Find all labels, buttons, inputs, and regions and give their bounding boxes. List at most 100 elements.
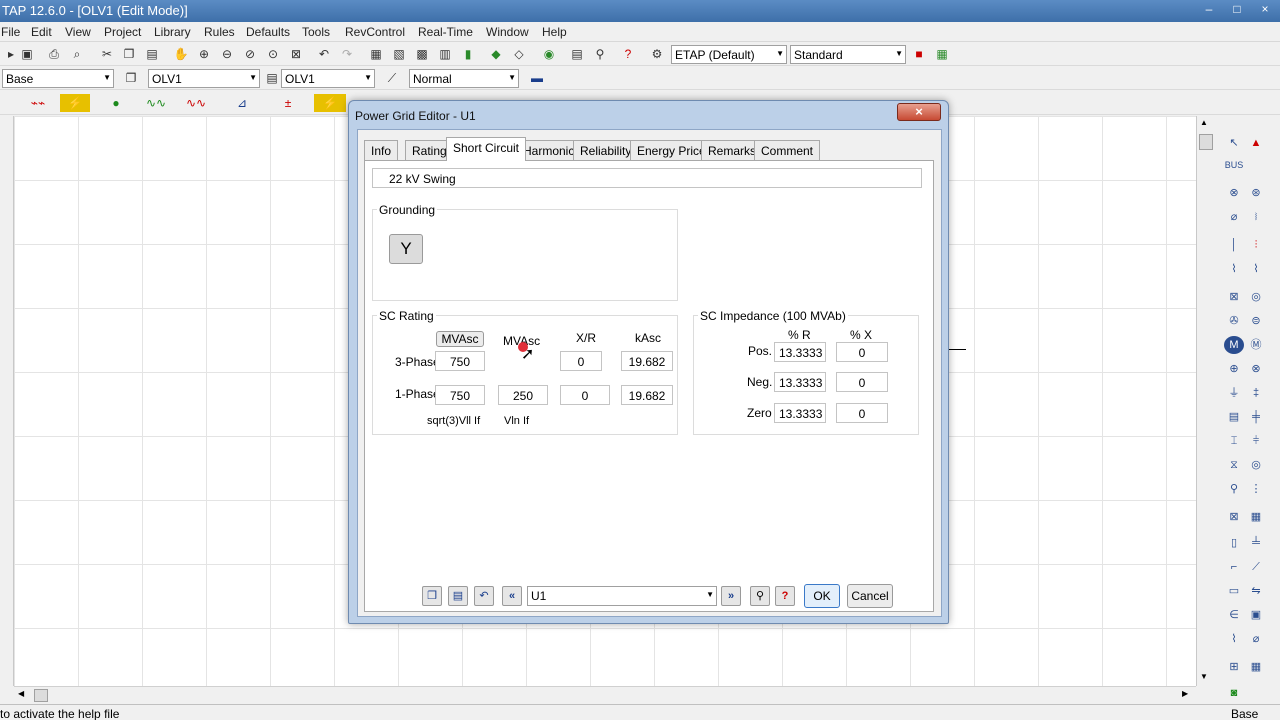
ok-button[interactable]: OK [804,584,840,608]
zoom-prev-icon[interactable]: ⊘ [241,45,259,63]
redo-icon[interactable]: ↷ [338,45,356,63]
maximize-button[interactable]: □ [1228,2,1246,18]
menu-defaults[interactable]: Defaults [246,25,290,39]
print-icon[interactable]: ⎙ [45,45,63,63]
ammeter-icon[interactable]: ⌀ [1246,630,1266,648]
synchronous-motor-icon[interactable]: Ⓜ [1246,336,1266,354]
scroll-thumb[interactable] [1199,134,1213,150]
copy-data-icon[interactable]: ❐ [422,586,442,606]
continuity-icon[interactable]: ▥ [436,45,454,63]
scroll-left-icon[interactable]: ◀ [18,689,24,698]
cut-icon[interactable]: ✂ [98,45,116,63]
arc-flash-icon[interactable]: ⚡ [314,94,346,112]
phase-shifter-icon[interactable]: ⌀ [1224,208,1244,226]
previous-element-icon[interactable]: « [502,586,522,606]
contactor-icon[interactable]: ⟋ [1246,558,1266,576]
paste-icon[interactable]: ▤ [143,45,161,63]
lumped-load-icon[interactable]: ⊕ [1224,360,1244,378]
load-flow-icon[interactable]: ▬ [528,69,546,87]
link-icon[interactable]: ⌇ [1246,260,1266,278]
transformer-icon[interactable]: ⊗ [1224,184,1244,202]
load-icon[interactable]: ◙ [1224,684,1244,702]
static-load-icon[interactable]: ⏚ [1224,384,1244,402]
pv-array-icon[interactable]: ⊜ [1246,312,1266,330]
check-icon[interactable]: ▮ [459,45,477,63]
pos-x-field[interactable]: 0 [836,342,888,362]
cb-icon[interactable]: ╧ [1246,534,1266,552]
ct-icon[interactable]: ∈ [1224,606,1244,624]
olv-combo-2[interactable]: OLV1 ▼ [281,69,375,88]
mvasc-toggle-button[interactable]: MVAsc [436,331,484,347]
find-icon[interactable]: ⚲ [591,45,609,63]
tab-reliability[interactable]: Reliability [573,140,639,160]
wind-turbine-icon[interactable]: ✇ [1224,312,1244,330]
copy-icon[interactable]: ❐ [120,45,138,63]
composite-motor-icon[interactable]: ▦ [1246,508,1266,526]
text-box-icon[interactable]: ▦ [367,45,385,63]
hscroll-thumb[interactable] [34,689,48,702]
reactor-icon[interactable]: ⧘ [1246,208,1266,226]
three-phase-mvasc-field[interactable]: 750 [435,351,485,371]
zoom-in-icon[interactable]: ⊕ [195,45,213,63]
pos-r-field[interactable]: 13.3333 [774,342,826,362]
transformer-3w-icon[interactable]: ⊛ [1246,184,1266,202]
composite-network-icon[interactable]: ⊠ [1224,508,1244,526]
menu-rules[interactable]: Rules [204,25,235,39]
help-icon[interactable]: ? [619,45,637,63]
bus-icon[interactable]: BUS [1224,156,1244,174]
paste-data-icon[interactable]: ▤ [448,586,468,606]
tab-short-circuit[interactable]: Short Circuit [446,137,527,161]
layout-icon[interactable]: ▦ [933,45,951,63]
tab-comment[interactable]: Comment [754,140,821,160]
save-icon[interactable]: ▣ [18,45,36,63]
pan-icon[interactable]: ✋ [172,45,190,63]
base-combo[interactable]: Base ▼ [2,69,114,88]
config-icon[interactable]: ⚙ [648,45,666,63]
dc-icon[interactable]: ± [272,94,304,112]
three-phase-kasc-field[interactable]: 19.682 [621,351,673,371]
menu-edit[interactable]: Edit [31,25,52,39]
menu-file[interactable]: File [1,25,20,39]
inverter-icon[interactable]: ⚲ [1224,480,1244,498]
switch-icon[interactable]: ⌐ [1224,558,1244,576]
transmission-line-icon[interactable]: ⫶ [1246,236,1266,254]
zero-r-field[interactable]: 13.3333 [774,403,826,423]
undo-icon[interactable]: ↶ [315,45,333,63]
find-element-icon[interactable]: ⚲ [750,586,770,606]
pt-icon[interactable]: ▣ [1246,606,1266,624]
menu-window[interactable]: Window [486,25,529,39]
menu-project[interactable]: Project [104,25,141,39]
neg-r-field[interactable]: 13.3333 [774,372,826,392]
motor-start-icon[interactable]: ● [100,94,132,112]
menu-revcontrol[interactable]: RevControl [345,25,405,39]
phase-adapter-icon[interactable]: ⫩ [1246,432,1266,450]
close-window-button[interactable]: × [1256,2,1274,18]
undo-data-icon[interactable]: ↶ [474,586,494,606]
capacitor-icon[interactable]: ‡ [1246,384,1266,402]
mov-icon[interactable]: ⊗ [1246,360,1266,378]
one-phase-mvasc-ln-field[interactable]: 250 [498,385,548,405]
relay-icon[interactable]: ▭ [1224,582,1244,600]
impedance-icon[interactable]: ⌇ [1224,260,1244,278]
one-phase-xr-field[interactable]: 0 [560,385,610,405]
zoom-fit-icon[interactable]: ⊠ [287,45,305,63]
olv-combo-1[interactable]: OLV1 ▼ [148,69,260,88]
three-phase-xr-field[interactable]: 0 [560,351,602,371]
overload-heater-icon[interactable]: ⇋ [1246,582,1266,600]
style-combo[interactable]: Standard ▼ [790,45,906,64]
pointer-icon[interactable]: ↖ [1224,134,1244,152]
grounding-wye-icon[interactable]: Y [389,234,423,264]
get-template-icon[interactable]: ◆ [487,45,505,63]
menu-tools[interactable]: Tools [302,25,330,39]
harmonic-filter-icon[interactable]: ╪ [1246,408,1266,426]
cancel-button[interactable]: Cancel [847,584,893,608]
theme-icon[interactable]: ▧ [390,45,408,63]
menu-help[interactable]: Help [542,25,567,39]
panel-icon[interactable]: ▤ [1224,408,1244,426]
scroll-up-icon[interactable]: ▲ [1200,118,1208,127]
meter-icon[interactable]: ⌇ [1224,630,1244,648]
zoom-area-icon[interactable]: ⊙ [264,45,282,63]
fuse-icon[interactable]: ▯ [1224,534,1244,552]
dialog-help-icon[interactable]: ? [775,586,795,606]
horizontal-scrollbar[interactable]: ◀ ▶ [14,686,1196,704]
